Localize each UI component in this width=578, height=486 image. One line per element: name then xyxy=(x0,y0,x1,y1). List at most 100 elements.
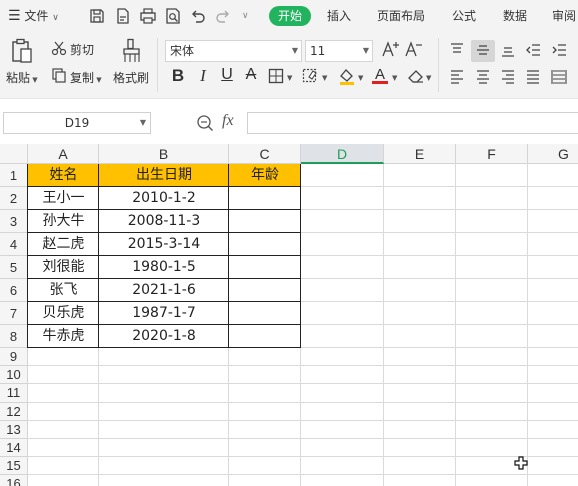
justify-icon[interactable] xyxy=(525,70,541,84)
copy-button[interactable]: 复制 ▼ xyxy=(70,69,102,86)
chevron-down-icon[interactable]: ▼ xyxy=(358,74,363,82)
table-cell[interactable]: 2015-3-14 xyxy=(99,233,229,256)
tab-insert[interactable]: 插入 xyxy=(327,0,351,32)
table-cell[interactable]: 2021-1-6 xyxy=(99,279,229,302)
table-cell[interactable]: 贝乐虎 xyxy=(28,302,99,325)
row-header-5[interactable]: 5 xyxy=(0,256,28,279)
column-header-e[interactable]: E xyxy=(384,144,456,164)
row-header-4[interactable]: 4 xyxy=(0,233,28,256)
decrease-indent-icon[interactable] xyxy=(525,43,541,57)
bold-icon[interactable]: B xyxy=(170,66,186,86)
align-left-icon[interactable] xyxy=(449,70,465,84)
row-header-8[interactable]: 8 xyxy=(0,325,28,348)
font-color-icon[interactable]: A xyxy=(372,66,388,84)
select-all-corner[interactable] xyxy=(0,144,28,164)
strikethrough-icon[interactable]: A xyxy=(243,66,259,84)
tab-start[interactable]: 开始 xyxy=(269,6,311,26)
formula-input[interactable] xyxy=(247,112,578,134)
main-menu-button[interactable]: ☰ 文件 ∨ xyxy=(8,0,59,32)
table-cell[interactable] xyxy=(229,233,301,256)
align-bottom-icon[interactable] xyxy=(500,43,516,57)
scissors-icon[interactable] xyxy=(51,40,67,56)
row-header-3[interactable]: 3 xyxy=(0,210,28,233)
table-cell[interactable]: 2020-1-8 xyxy=(99,325,229,348)
decrease-font-icon[interactable] xyxy=(404,40,424,58)
export-pdf-icon[interactable] xyxy=(114,7,132,25)
underline-icon[interactable]: U xyxy=(219,66,235,84)
column-header-d[interactable]: D xyxy=(301,144,384,164)
header-cell-c[interactable]: 年龄 xyxy=(229,164,301,187)
column-header-f[interactable]: F xyxy=(456,144,528,164)
increase-font-icon[interactable] xyxy=(381,40,401,58)
tab-page-layout[interactable]: 页面布局 xyxy=(377,0,425,32)
row-header-6[interactable]: 6 xyxy=(0,279,28,302)
row-header-9[interactable]: 9 xyxy=(0,348,28,367)
chevron-down-icon[interactable]: ▼ xyxy=(426,74,431,82)
table-cell[interactable]: 2010-1-2 xyxy=(99,187,229,210)
spreadsheet-grid[interactable]: A B C D E F G 1 2 3 4 5 6 7 8 9 10 11 12 13 14 15 16 姓名 出生日期 年龄 王小… xyxy=(0,144,578,486)
copy-icon[interactable] xyxy=(51,67,67,83)
fill-color-icon[interactable] xyxy=(338,67,356,85)
name-box[interactable]: D19 ▼ xyxy=(3,112,151,134)
row-header-14[interactable]: 14 xyxy=(0,439,28,458)
align-center-icon[interactable] xyxy=(475,70,491,84)
chevron-down-icon[interactable]: ▼ xyxy=(392,74,397,82)
header-cell-a[interactable]: 姓名 xyxy=(28,164,99,187)
table-cell[interactable]: 赵二虎 xyxy=(28,233,99,256)
row-header-2[interactable]: 2 xyxy=(0,187,28,210)
table-cell[interactable]: 1987-1-7 xyxy=(99,302,229,325)
quick-access-more-icon[interactable]: ∨ xyxy=(242,0,249,32)
paste-button[interactable]: 粘贴 ▼ xyxy=(6,69,38,86)
font-size-select[interactable]: 11 ▼ xyxy=(305,40,373,62)
table-cell[interactable] xyxy=(229,256,301,279)
row-header-13[interactable]: 13 xyxy=(0,420,28,439)
paste-icon[interactable] xyxy=(10,38,34,64)
column-header-a[interactable]: A xyxy=(28,144,99,164)
table-cell[interactable]: 牛赤虎 xyxy=(28,325,99,348)
header-cell-b[interactable]: 出生日期 xyxy=(99,164,229,187)
tab-formula[interactable]: 公式 xyxy=(452,0,476,32)
column-header-b[interactable]: B xyxy=(99,144,229,164)
align-top-icon[interactable] xyxy=(449,43,465,57)
row-header-1[interactable]: 1 xyxy=(0,164,28,187)
undo-icon[interactable] xyxy=(189,7,207,25)
row-header-16[interactable]: 16 xyxy=(0,475,28,486)
cell-style-icon[interactable] xyxy=(302,68,320,84)
print-preview-icon[interactable] xyxy=(164,7,182,25)
eraser-icon[interactable] xyxy=(407,68,425,84)
column-header-g[interactable]: G xyxy=(528,144,578,164)
table-cell[interactable]: 1980-1-5 xyxy=(99,256,229,279)
table-cell[interactable] xyxy=(229,325,301,348)
print-icon[interactable] xyxy=(139,7,157,25)
border-icon[interactable] xyxy=(268,68,284,84)
row-header-11[interactable]: 11 xyxy=(0,384,28,403)
row-header-15[interactable]: 15 xyxy=(0,457,28,476)
table-cell[interactable]: 2008-11-3 xyxy=(99,210,229,233)
column-header-c[interactable]: C xyxy=(229,144,301,164)
row-header-7[interactable]: 7 xyxy=(0,302,28,325)
fx-icon[interactable]: fx xyxy=(222,112,234,130)
cut-button[interactable]: 剪切 xyxy=(70,41,94,58)
chevron-down-icon[interactable]: ▼ xyxy=(287,74,292,82)
chevron-down-icon[interactable]: ▼ xyxy=(322,74,327,82)
zoom-formula-icon[interactable] xyxy=(196,114,214,132)
align-right-icon[interactable] xyxy=(500,70,516,84)
redo-icon[interactable] xyxy=(214,7,232,25)
table-cell[interactable] xyxy=(229,279,301,302)
italic-icon[interactable]: I xyxy=(195,66,211,86)
distributed-align-icon[interactable] xyxy=(551,70,567,84)
format-painter-icon[interactable] xyxy=(122,38,142,64)
row-header-12[interactable]: 12 xyxy=(0,402,28,421)
tab-review[interactable]: 审阅 xyxy=(552,0,576,32)
table-cell[interactable]: 孙大牛 xyxy=(28,210,99,233)
table-cell[interactable]: 张飞 xyxy=(28,279,99,302)
table-cell[interactable]: 王小一 xyxy=(28,187,99,210)
tab-data[interactable]: 数据 xyxy=(503,0,527,32)
increase-indent-icon[interactable] xyxy=(551,43,567,57)
row-header-10[interactable]: 10 xyxy=(0,366,28,385)
table-cell[interactable] xyxy=(229,302,301,325)
table-cell[interactable] xyxy=(229,187,301,210)
table-cell[interactable] xyxy=(229,210,301,233)
save-icon[interactable] xyxy=(88,7,106,25)
font-name-select[interactable]: 宋体 ▼ xyxy=(165,40,302,62)
